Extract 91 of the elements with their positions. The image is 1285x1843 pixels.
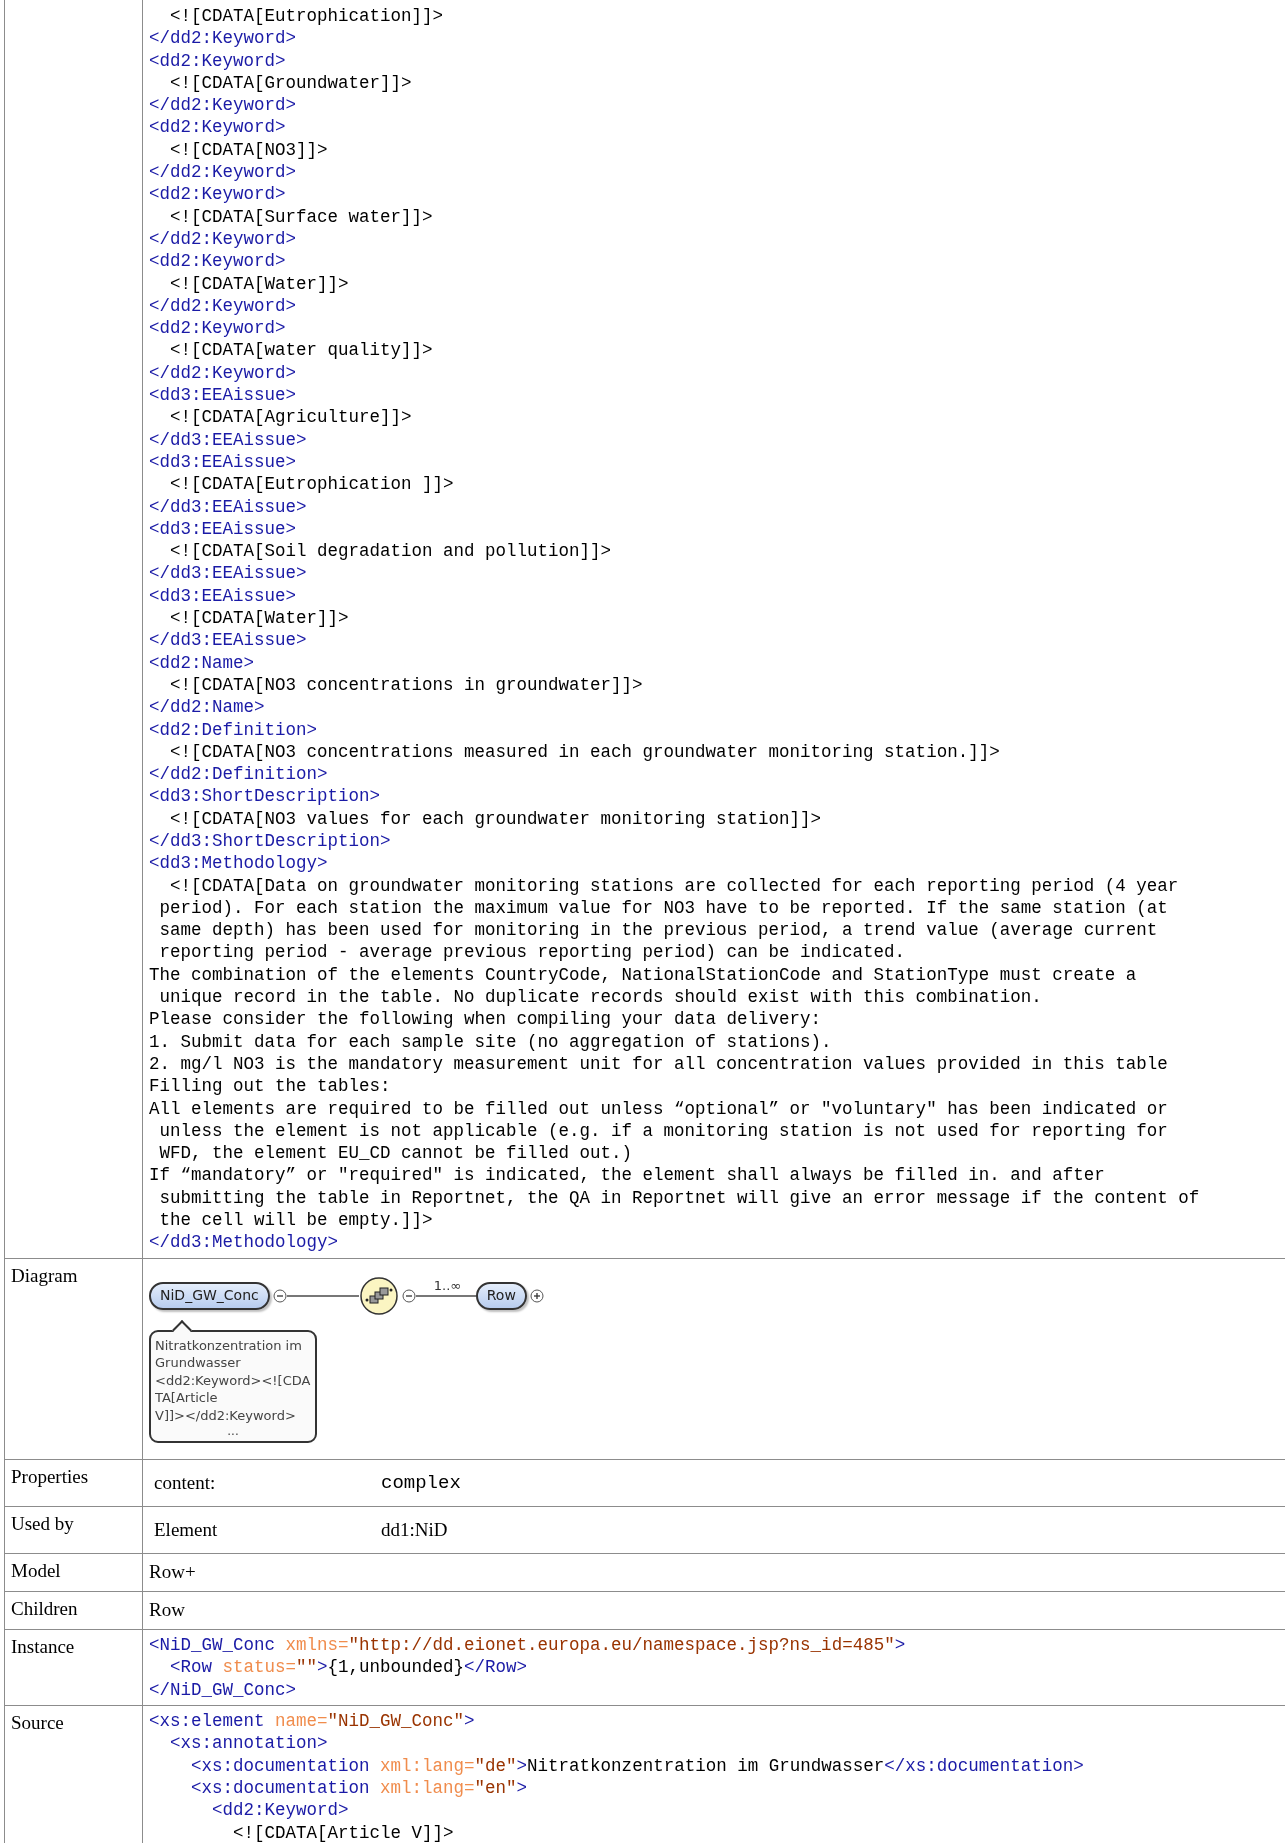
code-line: <dd2:Name> — [149, 651, 255, 674]
code-line: </dd2:Name> — [149, 696, 265, 719]
code-line: All elements are required to be filled out unless “optional” or "voluntary" has been indicated or — [149, 1097, 1168, 1120]
code-line: </dd2:Keyword> — [149, 227, 297, 251]
code-line: <![CDATA[Soil degradation and pollution]]> — [169, 540, 612, 563]
code-line: <xs:documentation xml:lang="en"> — [190, 1776, 528, 1800]
code-line: same depth) has been used for monitoring in the previous period, a trend value (average current — [158, 919, 1158, 942]
code-line: 2. mg/l NO3 is the mandatory measurement unit for all concentration values provided in this table — [149, 1052, 1168, 1076]
code-line: <![CDATA[Water]]> — [169, 272, 349, 295]
code-line: 1. Submit data for each sample site (no aggregation of stations). — [149, 1030, 832, 1053]
row-label: Model — [11, 1560, 61, 1582]
code-line: WFD, the element EU_CD cannot be filled out.) — [158, 1142, 633, 1165]
code-line: <xs:documentation xml:lang="de">Nitratkonzentration im Grundwasser</xs:documentation> — [190, 1754, 1084, 1777]
code-line: <![CDATA[NO3 concentrations in groundwater]]> — [169, 673, 643, 697]
property-name: content: — [154, 1471, 216, 1496]
code-line: reporting period - average previous reporting period) can be indicated. — [158, 941, 906, 964]
code-line: <![CDATA[NO3]]> — [169, 138, 328, 162]
code-line: <Row status="">{1,unbounded}</Row> — [169, 1656, 528, 1679]
property-value: dd1:NiD — [381, 1518, 448, 1543]
sequence-icon — [358, 1275, 399, 1316]
code-line: <dd3:Methodology> — [149, 852, 328, 875]
code-line: </dd2:Keyword> — [149, 27, 297, 50]
code-line: </dd2:Keyword> — [149, 294, 297, 318]
code-line: <![CDATA[NO3 concentrations measured in each groundwater monitoring station.]]> — [169, 740, 1000, 764]
annotation-text: TA[Article — [155, 1389, 218, 1407]
code-line: the cell will be empty.]]> — [158, 1209, 433, 1232]
row-label: Properties — [11, 1466, 89, 1488]
code-line: </dd3:EEAissue> — [149, 495, 307, 518]
code-line: <dd3:ShortDescription> — [149, 785, 381, 808]
cell-text: Row — [149, 1599, 185, 1621]
code-line: <dd2:Keyword> — [211, 1799, 349, 1822]
annotation-text: <dd2:Keyword><![CDA — [155, 1371, 311, 1390]
code-line: <![CDATA[Groundwater]]> — [169, 71, 412, 95]
property-value: complex — [381, 1471, 461, 1497]
code-line: If “mandatory” or "required" is indicated, the element shall always be filled in. and after — [149, 1164, 1105, 1187]
code-line: <![CDATA[Article V]]> — [232, 1821, 454, 1843]
code-line: <dd3:EEAissue> — [149, 384, 297, 407]
code-line: </dd3:EEAissue> — [149, 428, 307, 451]
code-line: submitting the table in Reportnet, the QA in Reportnet will give an error message if the content of — [158, 1186, 1200, 1210]
cell-text: Row+ — [149, 1561, 196, 1583]
code-line: </dd3:ShortDescription> — [149, 830, 391, 853]
code-line: </dd2:Definition> — [149, 763, 328, 786]
code-line: </dd3:Methodology> — [149, 1231, 339, 1254]
code-line: <dd2:Keyword> — [149, 183, 286, 206]
code-line: The combination of the elements CountryCode, NationalStationCode and StationType must create a — [149, 963, 1137, 987]
code-line: unique record in the table. No duplicate records should exist with this combination. — [158, 986, 1042, 1009]
code-line: <![CDATA[water quality]]> — [169, 339, 433, 362]
code-line: <![CDATA[Eutrophication]]> — [169, 5, 444, 28]
more-indicator: ... — [227, 1424, 239, 1439]
code-line: <![CDATA[NO3 values for each groundwater monitoring station]]> — [169, 807, 822, 830]
code-line: </dd3:EEAissue> — [149, 629, 307, 652]
code-line: <xs:element name="NiD_GW_Conc"> — [149, 1710, 475, 1733]
expand-icon[interactable] — [529, 1288, 544, 1303]
code-line: </dd3:EEAissue> — [149, 562, 307, 585]
code-line: </dd2:Keyword> — [149, 161, 297, 184]
collapse-icon[interactable] — [272, 1288, 287, 1303]
annotation-text: Grundwasser — [155, 1354, 241, 1372]
code-line: </dd2:Keyword> — [149, 94, 297, 117]
property-name: Element — [154, 1518, 218, 1543]
code-line: </dd2:Keyword> — [149, 361, 297, 385]
element-node[interactable]: Row — [475, 1281, 527, 1310]
code-line: <![CDATA[Agriculture]]> — [169, 406, 412, 429]
code-line: unless the element is not applicable (e.g. if a monitoring station is not used for reporting for — [158, 1119, 1168, 1143]
row-label: Used by — [11, 1513, 74, 1535]
code-line: <dd3:EEAissue> — [149, 584, 297, 607]
code-line: <![CDATA[Water]]> — [169, 607, 349, 630]
code-line: <xs:annotation> — [169, 1732, 328, 1755]
annotation-text: Nitratkonzentration im — [155, 1336, 302, 1355]
row-label: Source — [11, 1712, 64, 1733]
code-line: <![CDATA[Eutrophication ]]> — [169, 473, 454, 496]
code-line: <dd2:Definition> — [149, 718, 318, 741]
row-label: Instance — [11, 1636, 75, 1658]
code-line: <dd2:Keyword> — [149, 250, 286, 273]
code-line: <dd2:Keyword> — [149, 317, 286, 340]
code-line: period). For each station the maximum value for NO3 have to be reported. If the same station (at — [158, 896, 1168, 920]
code-line: <dd3:EEAissue> — [149, 517, 297, 541]
element-node[interactable]: NiD_GW_Conc — [149, 1281, 270, 1310]
code-line: <![CDATA[Surface water]]> — [169, 205, 433, 228]
code-line: <dd2:Keyword> — [149, 116, 286, 139]
row-label: Children — [11, 1598, 78, 1620]
code-line: Filling out the tables: — [149, 1075, 391, 1098]
row-label: Diagram — [11, 1264, 78, 1286]
code-line: <dd2:Keyword> — [149, 49, 286, 72]
cardinality-label: 1..∞ — [433, 1278, 462, 1292]
code-line: <NiD_GW_Conc xmlns="http://dd.eionet.europa.eu/namespace.jsp?ns_id=485"> — [149, 1634, 906, 1657]
code-line: <![CDATA[Data on groundwater monitoring stations are collected for each reporting period (4 year — [169, 874, 1179, 897]
code-line: </NiD_GW_Conc> — [149, 1678, 297, 1701]
code-line: Please consider the following when compiling your data delivery: — [149, 1008, 822, 1031]
collapse-icon[interactable] — [401, 1288, 416, 1303]
annotation-text: V]]></dd2:Keyword> — [155, 1406, 296, 1425]
code-line: <dd3:EEAissue> — [149, 450, 297, 474]
